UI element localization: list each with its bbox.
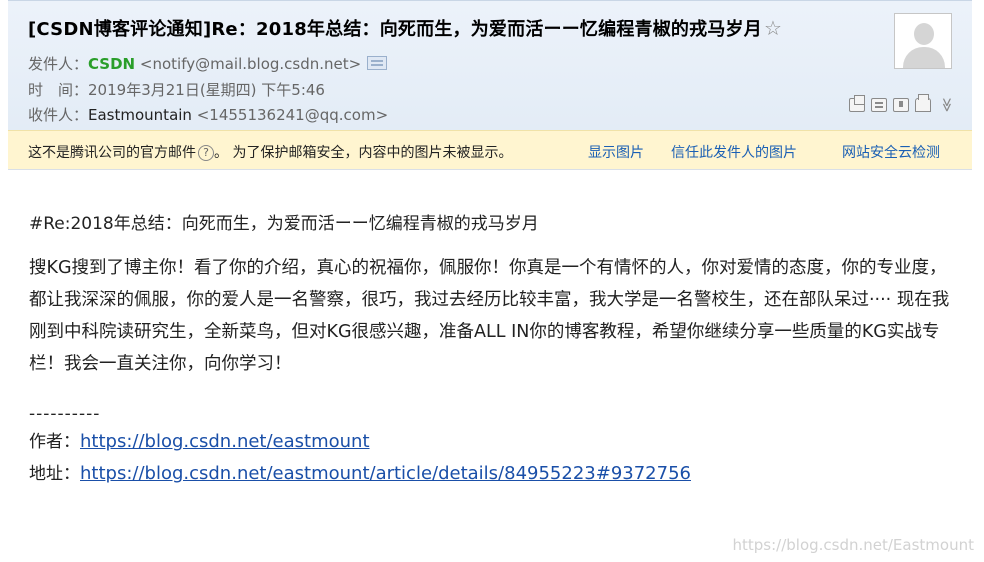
author-label: 作者： — [29, 432, 80, 452]
image-security-notice: 这不是腾讯公司的官方邮件?。 为了保护邮箱安全，内容中的图片未被显示。 显示图片… — [8, 130, 972, 170]
mail-body: #Re:2018年总结：向死而生，为爱而活ーー忆编程青椒的戎马岁月 搜KG搜到了… — [29, 212, 959, 490]
author-line: 作者：https://blog.csdn.net/eastmount — [29, 426, 959, 458]
sender-avatar — [894, 13, 952, 69]
author-link[interactable]: https://blog.csdn.net/eastmount — [80, 431, 370, 452]
notice-text: 这不是腾讯公司的官方邮件?。 为了保护邮箱安全，内容中的图片未被显示。 — [28, 142, 512, 162]
view-source-icon[interactable] — [871, 98, 888, 112]
new-window-icon[interactable] — [849, 95, 866, 112]
star-icon[interactable]: ☆ — [764, 16, 782, 40]
expand-more-icon[interactable]: ≫ — [939, 98, 955, 113]
time-row: 时 间：2019年3月21日(星期四) 下午5:46 — [28, 79, 325, 100]
show-images-link[interactable]: 显示图片 — [588, 142, 644, 162]
security-check-link[interactable]: 网站安全云检测 — [842, 142, 940, 162]
recipient-label: 收件人： — [28, 106, 89, 124]
avatar-body — [903, 47, 945, 68]
contact-card-icon[interactable] — [367, 56, 388, 70]
avatar-head — [914, 23, 934, 45]
sender-address: <notify@mail.blog.csdn.net> — [139, 55, 362, 73]
not-official-text: 这不是腾讯公司的官方邮件 — [28, 145, 196, 161]
download-icon[interactable] — [893, 98, 910, 112]
recipient-row: 收件人：Eastmountain <1455136241@qq.com> — [28, 104, 388, 125]
subject-text: [CSDN博客评论通知]Re：2018年总结：向死而生，为爱而活ーー忆编程青椒的… — [28, 19, 762, 40]
address-line: 地址：https://blog.csdn.net/eastmount/artic… — [29, 458, 959, 490]
time-value: 2019年3月21日(星期四) 下午5:46 — [88, 81, 325, 99]
recipient-name[interactable]: Eastmountain — [88, 106, 192, 124]
sender-row: 发件人：CSDN <notify@mail.blog.csdn.net> — [28, 53, 388, 74]
reply-title: #Re:2018年总结：向死而生，为爱而活ーー忆编程青椒的戎马岁月 — [29, 214, 539, 234]
divider-line: ---------- — [29, 404, 101, 424]
comment-text: 搜KG搜到了博主你！看了你的介绍，真心的祝福你，佩服你！你真是一个有情怀的人，你… — [29, 258, 950, 374]
sender-label: 发件人： — [28, 55, 89, 73]
article-link[interactable]: https://blog.csdn.net/eastmount/article/… — [80, 463, 691, 484]
sender-name[interactable]: CSDN — [88, 55, 135, 73]
mail-subject: [CSDN博客评论通知]Re：2018年总结：向死而生，为爱而活ーー忆编程青椒的… — [28, 15, 782, 41]
watermark: https://blog.csdn.net/Eastmount — [732, 536, 974, 554]
mail-toolbar: ≫ — [849, 94, 955, 113]
help-icon[interactable]: ? — [198, 145, 214, 161]
security-text: 。 为了保护邮箱安全，内容中的图片未被显示。 — [214, 145, 513, 161]
trust-sender-link[interactable]: 信任此发件人的图片 — [671, 142, 797, 162]
mail-header: [CSDN博客评论通知]Re：2018年总结：向死而生，为爱而活ーー忆编程青椒的… — [8, 0, 972, 130]
print-icon[interactable] — [915, 94, 932, 112]
address-label: 地址： — [29, 464, 80, 484]
time-label: 时 间： — [28, 81, 89, 99]
recipient-address: <1455136241@qq.com> — [196, 106, 389, 124]
